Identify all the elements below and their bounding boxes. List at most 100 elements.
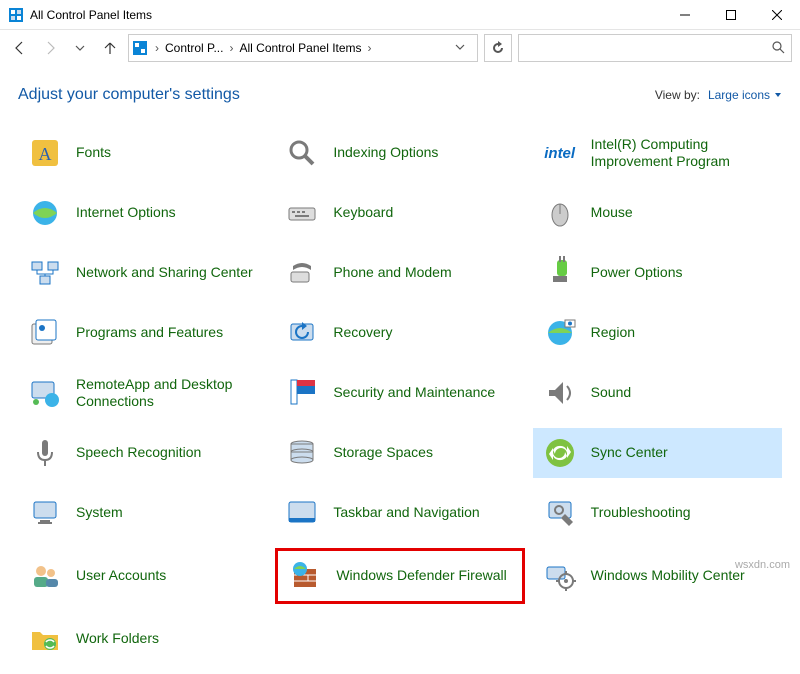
control-panel-grid: A Fonts Indexing Options intel Intel(R) Comp… bbox=[18, 128, 782, 664]
breadcrumb[interactable]: › Control P... › All Control Panel Items… bbox=[128, 34, 478, 62]
titlebar: All Control Panel Items bbox=[0, 0, 800, 30]
maximize-button[interactable] bbox=[708, 0, 754, 30]
control-panel-item-firewall[interactable]: Windows Defender Firewall bbox=[275, 548, 524, 604]
users-icon bbox=[26, 557, 64, 595]
chevron-right-icon[interactable]: › bbox=[366, 41, 374, 55]
breadcrumb-segment[interactable]: All Control Panel Items bbox=[235, 41, 365, 55]
item-label: Speech Recognition bbox=[76, 444, 201, 462]
item-label: Taskbar and Navigation bbox=[333, 504, 479, 522]
history-dropdown-button[interactable] bbox=[447, 41, 473, 55]
sync-icon bbox=[541, 434, 579, 472]
viewby-selector[interactable]: Large icons bbox=[708, 88, 782, 102]
network-icon bbox=[26, 254, 64, 292]
control-panel-item-internet[interactable]: Internet Options bbox=[18, 188, 267, 238]
up-button[interactable] bbox=[98, 36, 122, 60]
back-button[interactable] bbox=[8, 36, 32, 60]
control-panel-item-mobility[interactable]: Windows Mobility Center bbox=[533, 548, 782, 604]
page-title: Adjust your computer's settings bbox=[18, 86, 655, 104]
viewby-value: Large icons bbox=[708, 88, 770, 102]
firewall-icon bbox=[286, 557, 324, 595]
item-label: Sound bbox=[591, 384, 631, 402]
control-panel-item-system[interactable]: System bbox=[18, 488, 267, 538]
system-icon bbox=[26, 494, 64, 532]
item-label: Windows Defender Firewall bbox=[336, 567, 506, 585]
item-label: Sync Center bbox=[591, 444, 668, 462]
item-label: Storage Spaces bbox=[333, 444, 433, 462]
control-panel-item-security[interactable]: Security and Maintenance bbox=[275, 368, 524, 418]
window-title: All Control Panel Items bbox=[30, 8, 662, 22]
recent-locations-button[interactable] bbox=[68, 36, 92, 60]
watermark: wsxdn.com bbox=[735, 559, 790, 571]
item-label: Phone and Modem bbox=[333, 264, 451, 282]
item-label: RemoteApp and Desktop Connections bbox=[76, 376, 259, 411]
chevron-down-icon bbox=[774, 91, 782, 99]
control-panel-item-programs[interactable]: Programs and Features bbox=[18, 308, 267, 358]
control-panel-item-users[interactable]: User Accounts bbox=[18, 548, 267, 604]
search-box[interactable] bbox=[518, 34, 792, 62]
minimize-button[interactable] bbox=[662, 0, 708, 30]
chevron-right-icon[interactable]: › bbox=[153, 41, 161, 55]
viewby-label: View by: bbox=[655, 88, 700, 102]
control-panel-item-sync[interactable]: Sync Center bbox=[533, 428, 782, 478]
control-panel-item-power[interactable]: Power Options bbox=[533, 248, 782, 298]
control-panel-item-mouse[interactable]: Mouse bbox=[533, 188, 782, 238]
control-panel-item-region[interactable]: Region bbox=[533, 308, 782, 358]
item-label: Programs and Features bbox=[76, 324, 223, 342]
item-label: User Accounts bbox=[76, 567, 166, 585]
control-panel-item-remoteapp[interactable]: RemoteApp and Desktop Connections bbox=[18, 368, 267, 418]
control-panel-item-recovery[interactable]: Recovery bbox=[275, 308, 524, 358]
control-panel-item-sound[interactable]: Sound bbox=[533, 368, 782, 418]
control-panel-item-taskbar[interactable]: Taskbar and Navigation bbox=[275, 488, 524, 538]
close-button[interactable] bbox=[754, 0, 800, 30]
item-label: Windows Mobility Center bbox=[591, 567, 745, 585]
control-panel-item-fonts[interactable]: A Fonts bbox=[18, 128, 267, 178]
item-label: Indexing Options bbox=[333, 144, 438, 162]
keyboard-icon bbox=[283, 194, 321, 232]
navigation-toolbar: › Control P... › All Control Panel Items… bbox=[0, 30, 800, 66]
indexing-icon bbox=[283, 134, 321, 172]
item-label: Security and Maintenance bbox=[333, 384, 495, 402]
control-panel-item-troubleshoot[interactable]: Troubleshooting bbox=[533, 488, 782, 538]
svg-text:A: A bbox=[39, 144, 52, 164]
taskbar-icon bbox=[283, 494, 321, 532]
chevron-right-icon[interactable]: › bbox=[227, 41, 235, 55]
control-panel-item-workfolders[interactable]: Work Folders bbox=[18, 614, 267, 664]
item-label: Keyboard bbox=[333, 204, 393, 222]
intel-icon: intel bbox=[541, 134, 579, 172]
search-input[interactable] bbox=[525, 41, 771, 55]
page-header: Adjust your computer's settings View by:… bbox=[18, 86, 782, 104]
item-label: Power Options bbox=[591, 264, 683, 282]
breadcrumb-segment[interactable]: Control P... bbox=[161, 41, 227, 55]
region-icon bbox=[541, 314, 579, 352]
security-icon bbox=[283, 374, 321, 412]
item-label: System bbox=[76, 504, 123, 522]
item-label: Fonts bbox=[76, 144, 111, 162]
forward-button[interactable] bbox=[38, 36, 62, 60]
control-panel-item-speech[interactable]: Speech Recognition bbox=[18, 428, 267, 478]
window-controls bbox=[662, 0, 800, 30]
refresh-button[interactable] bbox=[484, 34, 512, 62]
control-panel-icon bbox=[8, 7, 24, 23]
fonts-icon: A bbox=[26, 134, 64, 172]
programs-icon bbox=[26, 314, 64, 352]
control-panel-item-network[interactable]: Network and Sharing Center bbox=[18, 248, 267, 298]
mobility-icon bbox=[541, 557, 579, 595]
item-label: Intel(R) Computing Improvement Program bbox=[591, 136, 774, 171]
speech-icon bbox=[26, 434, 64, 472]
control-panel-item-phone[interactable]: Phone and Modem bbox=[275, 248, 524, 298]
control-panel-item-keyboard[interactable]: Keyboard bbox=[275, 188, 524, 238]
item-label: Troubleshooting bbox=[591, 504, 691, 522]
control-panel-item-indexing[interactable]: Indexing Options bbox=[275, 128, 524, 178]
mouse-icon bbox=[541, 194, 579, 232]
remoteapp-icon bbox=[26, 374, 64, 412]
internet-icon bbox=[26, 194, 64, 232]
search-icon[interactable] bbox=[771, 40, 785, 57]
content-area: Adjust your computer's settings View by:… bbox=[0, 66, 800, 674]
phone-icon bbox=[283, 254, 321, 292]
control-panel-item-storage[interactable]: Storage Spaces bbox=[275, 428, 524, 478]
workfolders-icon bbox=[26, 620, 64, 658]
item-label: Mouse bbox=[591, 204, 633, 222]
sound-icon bbox=[541, 374, 579, 412]
control-panel-item-intel[interactable]: intel Intel(R) Computing Improvement Prog… bbox=[533, 128, 782, 178]
item-label: Internet Options bbox=[76, 204, 176, 222]
